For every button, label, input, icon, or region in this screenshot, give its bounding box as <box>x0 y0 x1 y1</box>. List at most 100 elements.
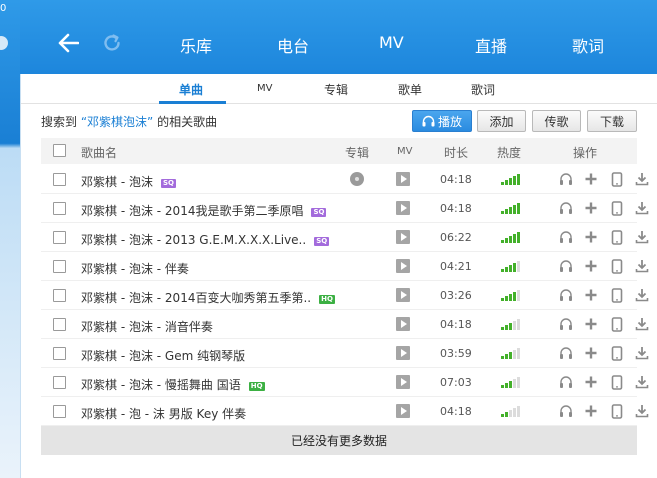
plus-icon[interactable] <box>583 229 599 245</box>
phone-icon[interactable] <box>609 374 625 390</box>
mv-play-icon[interactable] <box>396 346 410 360</box>
phone-icon[interactable] <box>609 316 625 332</box>
row-checkbox[interactable] <box>53 289 66 302</box>
mv-play-icon[interactable] <box>396 230 410 244</box>
subtab-albums[interactable]: 专辑 <box>324 81 348 98</box>
subtab-mv[interactable]: MV <box>257 83 272 94</box>
table-row[interactable]: 邓紫棋 - 泡沫 - 2014我是歌手第二季原唱 SQ 04:18 <box>41 194 649 223</box>
plus-icon[interactable] <box>583 403 599 419</box>
quality-badge: HQ <box>319 295 335 304</box>
table-row[interactable]: 邓紫棋 - 泡沫 - 慢摇舞曲 国语 HQ 07:03 <box>41 368 649 397</box>
song-title[interactable]: 邓紫棋 - 泡沫 SQ <box>81 173 176 190</box>
song-title[interactable]: 邓紫棋 - 泡沫 - 伴奏 <box>81 260 189 277</box>
headphones-icon[interactable] <box>558 258 574 274</box>
select-all-checkbox[interactable] <box>53 144 66 157</box>
mv-play-icon[interactable] <box>396 201 410 215</box>
plus-icon[interactable] <box>583 171 599 187</box>
download-icon[interactable] <box>634 374 650 390</box>
send-to-device-button[interactable]: 传歌 <box>532 110 581 132</box>
mv-play-icon[interactable] <box>396 375 410 389</box>
sidebar-toggle-icon[interactable] <box>0 36 8 50</box>
phone-icon[interactable] <box>609 287 625 303</box>
mv-play-icon[interactable] <box>396 404 410 418</box>
tab-live[interactable]: 直播 <box>475 33 507 57</box>
row-checkbox[interactable] <box>53 376 66 389</box>
plus-icon[interactable] <box>583 287 599 303</box>
row-checkbox[interactable] <box>53 173 66 186</box>
headphones-icon[interactable] <box>558 171 574 187</box>
song-duration: 04:18 <box>440 202 472 215</box>
song-title[interactable]: 邓紫棋 - 泡沫 - 慢摇舞曲 国语 HQ <box>81 376 265 393</box>
phone-icon[interactable] <box>609 345 625 361</box>
row-checkbox[interactable] <box>53 405 66 418</box>
download-icon[interactable] <box>634 229 650 245</box>
song-title[interactable]: 邓紫棋 - 泡沫 - 2014百变大咖秀第五季第.. HQ <box>81 289 335 306</box>
download-icon[interactable] <box>634 345 650 361</box>
subtab-lyrics[interactable]: 歌词 <box>471 81 495 98</box>
download-icon[interactable] <box>634 200 650 216</box>
album-disc-icon[interactable] <box>350 172 364 186</box>
mv-play-icon[interactable] <box>396 172 410 186</box>
headphones-icon[interactable] <box>558 287 574 303</box>
song-title[interactable]: 邓紫棋 - 泡沫 - Gem 纯钢琴版 <box>81 347 245 364</box>
headphones-icon[interactable] <box>558 374 574 390</box>
table-row[interactable]: 邓紫棋 - 泡沫 - Gem 纯钢琴版 03:59 <box>41 339 649 368</box>
song-duration: 04:21 <box>440 260 472 273</box>
download-icon[interactable] <box>634 258 650 274</box>
phone-icon[interactable] <box>609 403 625 419</box>
row-checkbox[interactable] <box>53 202 66 215</box>
mv-play-icon[interactable] <box>396 259 410 273</box>
song-title[interactable]: 邓紫棋 - 泡沫 - 2014我是歌手第二季原唱 SQ <box>81 202 327 219</box>
download-icon[interactable] <box>634 403 650 419</box>
plus-icon[interactable] <box>583 316 599 332</box>
download-icon[interactable] <box>634 316 650 332</box>
download-icon[interactable] <box>634 171 650 187</box>
row-checkbox[interactable] <box>53 231 66 244</box>
tab-mv[interactable]: MV <box>379 33 404 52</box>
back-arrow-icon[interactable] <box>53 28 83 58</box>
plus-icon[interactable] <box>583 258 599 274</box>
table-row[interactable]: 邓紫棋 - 泡沫 - 2013 G.E.M.X.X.X.Live.. SQ 06:2… <box>41 223 649 252</box>
table-row[interactable]: 邓紫棋 - 泡沫 - 伴奏 04:21 <box>41 252 649 281</box>
heat-bar <box>513 321 516 330</box>
refresh-icon[interactable] <box>97 28 127 58</box>
song-title-text: 邓紫棋 - 泡沫 - 消音伴奏 <box>81 320 213 334</box>
plus-icon[interactable] <box>583 200 599 216</box>
heat-bar <box>517 203 520 214</box>
phone-icon[interactable] <box>609 171 625 187</box>
table-row[interactable]: 邓紫棋 - 泡沫 - 2014百变大咖秀第五季第.. HQ 03:26 <box>41 281 649 310</box>
row-checkbox[interactable] <box>53 260 66 273</box>
phone-icon[interactable] <box>609 229 625 245</box>
table-row[interactable]: 邓紫棋 - 泡沫 SQ 04:18 <box>41 165 649 194</box>
search-keyword[interactable]: “邓紫棋泡沫” <box>81 115 153 129</box>
subtab-songs[interactable]: 单曲 <box>179 81 203 98</box>
tab-radio[interactable]: 电台 <box>277 33 309 57</box>
row-checkbox[interactable] <box>53 318 66 331</box>
headphones-icon[interactable] <box>558 200 574 216</box>
phone-icon[interactable] <box>609 258 625 274</box>
headphones-icon[interactable] <box>558 403 574 419</box>
tab-music-library[interactable]: 乐库 <box>180 33 212 57</box>
song-title[interactable]: 邓紫棋 - 泡沫 - 2013 G.E.M.X.X.X.Live.. SQ <box>81 231 330 248</box>
row-checkbox[interactable] <box>53 347 66 360</box>
headphones-icon[interactable] <box>558 316 574 332</box>
mv-play-icon[interactable] <box>396 317 410 331</box>
headphones-icon[interactable] <box>558 229 574 245</box>
mv-play-icon[interactable] <box>396 288 410 302</box>
song-title[interactable]: 邓紫棋 - 泡沫 - 消音伴奏 <box>81 318 213 335</box>
tab-lyrics[interactable]: 歌词 <box>572 33 604 57</box>
download-icon[interactable] <box>634 287 650 303</box>
table-row[interactable]: 邓紫棋 - 泡 - 沫 男版 Key 伴奏 04:18 <box>41 397 649 426</box>
download-button[interactable]: 下载 <box>587 110 637 132</box>
song-title[interactable]: 邓紫棋 - 泡 - 沫 男版 Key 伴奏 <box>81 405 246 422</box>
plus-icon[interactable] <box>583 374 599 390</box>
plus-icon[interactable] <box>583 345 599 361</box>
table-row[interactable]: 邓紫棋 - 泡沫 - 消音伴奏 04:18 <box>41 310 649 339</box>
song-title-text: 邓紫棋 - 泡沫 - 伴奏 <box>81 262 189 276</box>
heat-bars <box>501 173 521 185</box>
play-button[interactable]: 播放 <box>412 110 472 132</box>
headphones-icon[interactable] <box>558 345 574 361</box>
phone-icon[interactable] <box>609 200 625 216</box>
add-button[interactable]: 添加 <box>477 110 526 132</box>
subtab-playlists[interactable]: 歌单 <box>398 81 422 98</box>
